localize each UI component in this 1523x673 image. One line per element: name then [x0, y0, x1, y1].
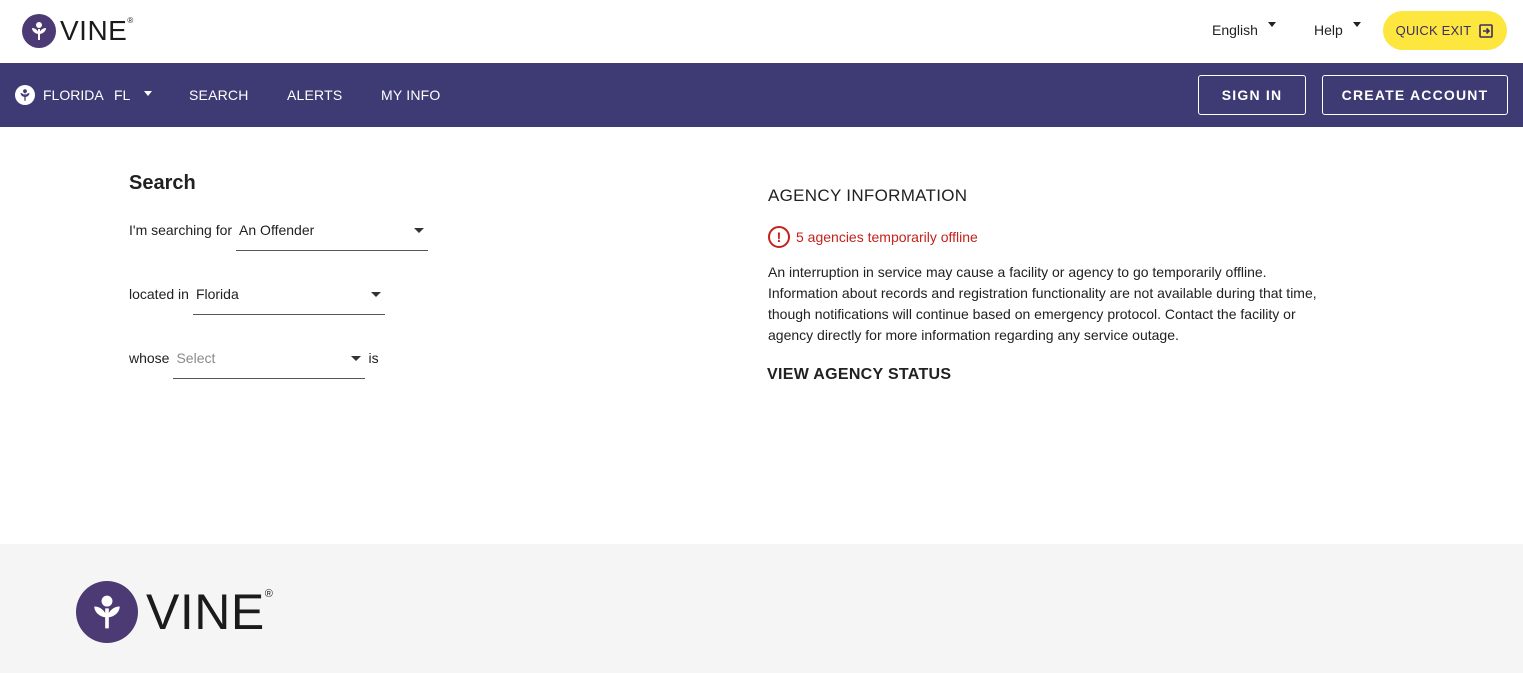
vine-logo-icon	[76, 581, 138, 643]
quick-exit-button[interactable]: QUICK EXIT	[1383, 11, 1507, 50]
agency-title: AGENCY INFORMATION	[768, 186, 968, 205]
located-in-select[interactable]: Florida	[192, 284, 385, 315]
vine-logo-icon	[15, 85, 35, 105]
whose-select[interactable]: Select	[173, 348, 366, 379]
vine-logo-text: VINE®	[146, 584, 274, 640]
state-indicator: FLORIDA	[15, 85, 104, 105]
language-label: English	[1212, 22, 1258, 38]
top-header: VINE® English Help QUICK EXIT	[0, 0, 1523, 63]
chevron-down-icon	[1267, 21, 1276, 27]
offline-notice: ! 5 agencies temporarily offline	[768, 226, 978, 248]
located-in-value: Florida	[195, 286, 239, 302]
alert-circle-icon: !	[768, 226, 790, 248]
language-selector[interactable]: English	[1212, 20, 1276, 40]
whose-placeholder: Select	[176, 350, 216, 366]
whose-row: whose Select is	[129, 348, 379, 379]
exit-icon	[1479, 23, 1494, 38]
chevron-down-icon	[351, 356, 362, 361]
nav-alerts[interactable]: ALERTS	[287, 85, 342, 105]
view-agency-status-link[interactable]: VIEW AGENCY STATUS	[767, 366, 951, 384]
state-selector[interactable]: FL	[114, 85, 153, 105]
agency-description: An interruption in service may cause a f…	[768, 264, 1317, 343]
help-label: Help	[1314, 22, 1343, 38]
help-menu[interactable]: Help	[1314, 20, 1361, 40]
quick-exit-label: QUICK EXIT	[1395, 23, 1472, 38]
state-code: FL	[114, 87, 131, 103]
chevron-down-icon	[370, 292, 381, 297]
searching-for-label: I'm searching for	[129, 222, 233, 238]
nav-search[interactable]: SEARCH	[189, 85, 249, 105]
vine-logo-icon	[22, 14, 56, 48]
searching-for-row: I'm searching for An Offender	[129, 220, 429, 251]
is-label: is	[368, 350, 379, 366]
offline-text: 5 agencies temporarily offline	[796, 229, 978, 245]
chevron-down-icon	[144, 90, 153, 96]
main-nav: FLORIDA FL SEARCH ALERTS MY INFO SIGN IN…	[0, 63, 1523, 127]
chevron-down-icon	[1352, 21, 1361, 27]
searching-for-select[interactable]: An Offender	[236, 220, 429, 251]
create-account-button[interactable]: CREATE ACCOUNT	[1322, 75, 1508, 115]
searching-for-value: An Offender	[239, 222, 315, 238]
chevron-down-icon	[414, 228, 425, 233]
state-name: FLORIDA	[43, 87, 104, 103]
search-title: Search	[129, 172, 196, 194]
nav-my-info[interactable]: MY INFO	[381, 85, 440, 105]
located-in-row: located in Florida	[129, 284, 385, 315]
sign-in-button[interactable]: SIGN IN	[1198, 75, 1306, 115]
located-in-label: located in	[129, 286, 189, 302]
footer: VINE®	[0, 544, 1523, 673]
footer-vine-logo[interactable]: VINE®	[76, 581, 273, 643]
vine-logo[interactable]: VINE®	[22, 14, 134, 48]
vine-logo-text: VINE®	[60, 15, 134, 46]
whose-label: whose	[129, 350, 170, 366]
